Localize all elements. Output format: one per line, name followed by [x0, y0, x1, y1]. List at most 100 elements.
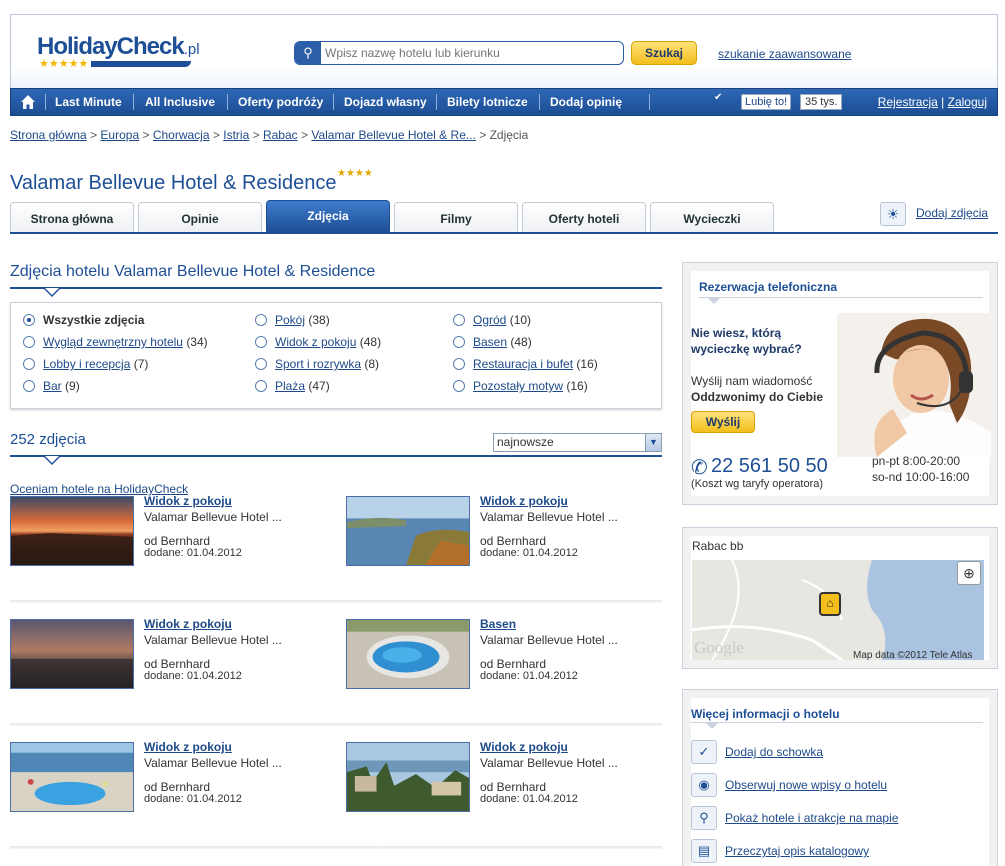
radio[interactable]: [23, 380, 35, 392]
radio[interactable]: [255, 314, 267, 326]
more-row-bookmark[interactable]: ✓ Dodaj do schowka: [691, 740, 981, 764]
map-pin-icon[interactable]: ⚲: [691, 806, 717, 830]
filter-all[interactable]: Wszystkie zdjęcia: [23, 313, 144, 327]
radio[interactable]: [453, 336, 465, 348]
filter-sport[interactable]: Sport i rozrywka (8): [255, 357, 379, 371]
filter-label[interactable]: Pozostały motyw: [473, 379, 563, 393]
send-message-button[interactable]: Wyślij: [691, 411, 755, 433]
nav-all-inclusive[interactable]: All Inclusive: [145, 89, 215, 115]
tab-strona-glowna[interactable]: Strona główna: [10, 202, 134, 232]
filter-garden[interactable]: Ogród (10): [453, 313, 531, 327]
photo-card[interactable]: Widok z pokoju Valamar Bellevue Hotel ..…: [346, 494, 646, 586]
filter-beach[interactable]: Plaża (47): [255, 379, 330, 393]
filter-label[interactable]: Widok z pokoju: [275, 335, 356, 349]
book-icon[interactable]: ▤: [691, 839, 717, 863]
tab-wycieczki[interactable]: Wycieczki: [650, 202, 774, 232]
search-input[interactable]: [325, 44, 615, 62]
radio[interactable]: [23, 336, 35, 348]
filter-view[interactable]: Widok z pokoju (48): [255, 335, 381, 349]
more-row-map[interactable]: ⚲ Pokaż hotele i atrakcje na mapie: [691, 806, 981, 830]
breadcrumb-item[interactable]: Strona główna: [10, 128, 87, 142]
filter-restaurant[interactable]: Restauracja i bufet (16): [453, 357, 598, 371]
bookmark-link[interactable]: Dodaj do schowka: [725, 745, 823, 759]
photo-card[interactable]: Widok z pokoju Valamar Bellevue Hotel ..…: [10, 740, 310, 832]
more-row-watch[interactable]: ◉ Obserwuj nowe wpisy o hotelu: [691, 773, 981, 797]
radio[interactable]: [255, 380, 267, 392]
breadcrumb-item[interactable]: Rabac: [263, 128, 298, 142]
radio[interactable]: [453, 358, 465, 370]
more-row-catalog[interactable]: ▤ Przeczytaj opis katalogowy: [691, 839, 981, 863]
photo-thumbnail[interactable]: [346, 496, 470, 566]
filter-lobby[interactable]: Lobby i recepcja (7): [23, 357, 148, 371]
breadcrumb-item[interactable]: Valamar Bellevue Hotel & Re...: [311, 128, 476, 142]
nav-dojazd-wlasny[interactable]: Dojazd własny: [344, 89, 427, 115]
register-link[interactable]: Rejestracja: [878, 95, 938, 109]
tab-oferty-hoteli[interactable]: Oferty hoteli: [522, 202, 646, 232]
zoom-in-icon[interactable]: ⊕: [957, 561, 981, 585]
nav-oferty-podrozy[interactable]: Oferty podróży: [238, 89, 323, 115]
photo-thumbnail[interactable]: [346, 742, 470, 812]
nav-dodaj-opinie[interactable]: Dodaj opinię: [550, 89, 622, 115]
filter-label[interactable]: Plaża: [275, 379, 305, 393]
add-photos-link[interactable]: Dodaj zdjęcia: [916, 206, 988, 220]
login-link[interactable]: Zaloguj: [948, 95, 987, 109]
filter-label[interactable]: Bar: [43, 379, 62, 393]
photo-card[interactable]: Widok z pokoju Valamar Bellevue Hotel ..…: [10, 617, 310, 709]
filter-label[interactable]: Pokój: [275, 313, 305, 327]
home-icon[interactable]: [20, 94, 36, 110]
radio[interactable]: [23, 358, 35, 370]
photo-thumbnail[interactable]: [10, 619, 134, 689]
radio[interactable]: [453, 314, 465, 326]
photo-card[interactable]: Widok z pokoju Valamar Bellevue Hotel ..…: [10, 494, 310, 586]
radio-selected[interactable]: [23, 314, 35, 326]
filter-label[interactable]: Wygląd zewnętrzny hotelu: [43, 335, 183, 349]
filter-other[interactable]: Pozostały motyw (16): [453, 379, 588, 393]
tab-filmy[interactable]: Filmy: [394, 202, 518, 232]
photo-thumbnail[interactable]: [10, 742, 134, 812]
radio[interactable]: [453, 380, 465, 392]
sort-select[interactable]: najnowsze ▼: [493, 433, 662, 452]
photo-title[interactable]: Widok z pokoju: [144, 494, 232, 508]
filter-label[interactable]: Lobby i recepcja: [43, 357, 130, 371]
photo-title[interactable]: Basen: [480, 617, 516, 631]
tab-zdjecia[interactable]: Zdjęcia: [266, 200, 390, 232]
filter-count: (47): [308, 379, 330, 393]
search-button[interactable]: Szukaj: [631, 41, 697, 65]
breadcrumb-item[interactable]: Chorwacja: [153, 128, 210, 142]
camera-icon[interactable]: ☀: [880, 202, 906, 226]
search-icon[interactable]: ⚲: [295, 42, 321, 64]
photo-title[interactable]: Widok z pokoju: [144, 740, 232, 754]
facebook-like-button[interactable]: Lubię to!: [741, 94, 792, 110]
filter-label[interactable]: Basen: [473, 335, 507, 349]
filter-label[interactable]: Ogród: [473, 313, 506, 327]
filter-label[interactable]: Restauracja i bufet: [473, 357, 573, 371]
eye-icon[interactable]: ◉: [691, 773, 717, 797]
photo-thumbnail[interactable]: [10, 496, 134, 566]
chevron-down-icon[interactable]: ▼: [645, 434, 661, 451]
catalog-description-link[interactable]: Przeczytaj opis katalogowy: [725, 844, 869, 858]
filter-bar[interactable]: Bar (9): [23, 379, 80, 393]
radio[interactable]: [255, 336, 267, 348]
box-caret: [705, 722, 719, 729]
tab-opinie[interactable]: Opinie: [138, 202, 262, 232]
radio[interactable]: [255, 358, 267, 370]
photo-title[interactable]: Widok z pokoju: [480, 494, 568, 508]
nav-last-minute[interactable]: Last Minute: [55, 89, 122, 115]
filter-exterior[interactable]: Wygląd zewnętrzny hotelu (34): [23, 335, 208, 349]
photo-title[interactable]: Widok z pokoju: [144, 617, 232, 631]
photo-card[interactable]: Basen Valamar Bellevue Hotel ... od Bern…: [346, 617, 646, 709]
breadcrumb-item[interactable]: Istria: [223, 128, 249, 142]
show-on-map-link[interactable]: Pokaż hotele i atrakcje na mapie: [725, 811, 898, 825]
photo-card[interactable]: Widok z pokoju Valamar Bellevue Hotel ..…: [346, 740, 646, 832]
hotel-marker-icon[interactable]: ⌂: [819, 592, 841, 616]
nav-bilety-lotnicze[interactable]: Bilety lotnicze: [447, 89, 528, 115]
filter-pool[interactable]: Basen (48): [453, 335, 532, 349]
checkmark-icon[interactable]: ✓: [691, 740, 717, 764]
filter-room[interactable]: Pokój (38): [255, 313, 330, 327]
watch-link[interactable]: Obserwuj nowe wpisy o hotelu: [725, 778, 887, 792]
advanced-search-link[interactable]: szukanie zaawansowane: [718, 47, 851, 61]
breadcrumb-item[interactable]: Europa: [100, 128, 139, 142]
photo-thumbnail[interactable]: [346, 619, 470, 689]
filter-label[interactable]: Sport i rozrywka: [275, 357, 361, 371]
photo-title[interactable]: Widok z pokoju: [480, 740, 568, 754]
